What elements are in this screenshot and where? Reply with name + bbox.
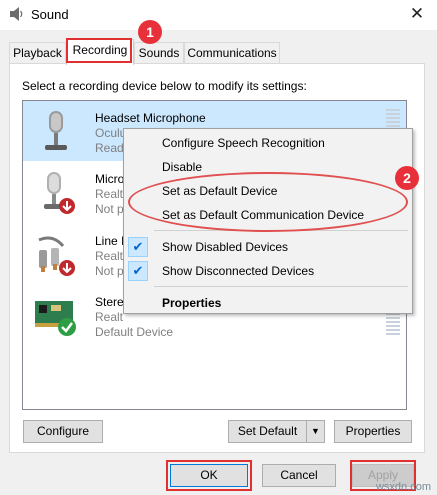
device-status: Read	[95, 141, 124, 155]
speaker-icon	[10, 7, 23, 21]
chevron-down-icon[interactable]: ▼	[306, 421, 324, 442]
ok-button-highlight	[166, 460, 252, 491]
menu-item-label: Show Disconnected Devices	[162, 264, 315, 278]
step-1-badge: 1	[138, 20, 162, 44]
menu-separator	[154, 230, 408, 231]
checkmark-icon: ✔	[128, 237, 148, 257]
menu-item-label: Set as Default Communication Device	[162, 208, 365, 222]
menu-item-configure-speech[interactable]: Configure Speech Recognition	[124, 131, 412, 155]
line-in-icon	[38, 236, 75, 276]
device-subtitle: Realt	[95, 249, 124, 263]
context-menu: Configure Speech Recognition Disable Set…	[123, 128, 413, 314]
sound-card-icon	[35, 301, 76, 336]
close-button[interactable]: ✕	[405, 3, 429, 25]
tab-sounds[interactable]: Sounds	[134, 42, 184, 64]
menu-item-show-disabled[interactable]: ✔ Show Disabled Devices	[124, 235, 412, 259]
set-default-button[interactable]: Set Default ▼	[228, 420, 325, 443]
menu-item-label: Show Disabled Devices	[162, 240, 289, 254]
menu-item-label: Properties	[162, 296, 222, 310]
instruction-text: Select a recording device below to modif…	[22, 79, 307, 93]
watermark: wsxdn.com	[375, 481, 431, 493]
device-name: Line I	[95, 234, 125, 248]
device-subtitle: Realt	[95, 310, 124, 324]
title-bar: Sound ✕	[0, 0, 437, 30]
step-2-badge: 2	[395, 166, 419, 190]
device-subtitle: Realt	[95, 187, 124, 201]
menu-item-label: Configure Speech Recognition	[162, 136, 325, 150]
menu-item-label: Set as Default Device	[162, 184, 278, 198]
menu-item-disable[interactable]: Disable	[124, 155, 412, 179]
menu-item-properties[interactable]: Properties	[124, 291, 412, 315]
device-subtitle: Oculu	[95, 126, 127, 140]
headset-microphone-icon	[45, 111, 67, 150]
tab-playback[interactable]: Playback	[9, 42, 66, 64]
device-name: Micro	[95, 172, 125, 186]
menu-item-label: Disable	[162, 160, 203, 174]
device-status: Not p	[95, 202, 124, 216]
menu-item-show-disconnected[interactable]: ✔ Show Disconnected Devices	[124, 259, 412, 283]
device-status: Default Device	[95, 325, 174, 339]
device-status: Not p	[95, 264, 124, 278]
device-name: Headset Microphone	[95, 111, 206, 125]
cancel-button[interactable]: Cancel	[262, 464, 336, 487]
menu-item-set-default-device[interactable]: Set as Default Device	[124, 179, 412, 203]
configure-button[interactable]: Configure	[23, 420, 103, 443]
microphone-icon	[44, 172, 75, 214]
menu-item-set-default-communication[interactable]: Set as Default Communication Device	[124, 203, 412, 227]
window-title: Sound	[31, 7, 69, 22]
recording-tab-highlight	[66, 38, 132, 63]
properties-button[interactable]: Properties	[334, 420, 412, 443]
tab-communications[interactable]: Communications	[184, 42, 280, 64]
checkmark-icon: ✔	[128, 261, 148, 281]
set-default-label: Set Default	[237, 424, 298, 438]
device-name: Stere	[95, 295, 124, 309]
menu-separator	[154, 286, 408, 287]
